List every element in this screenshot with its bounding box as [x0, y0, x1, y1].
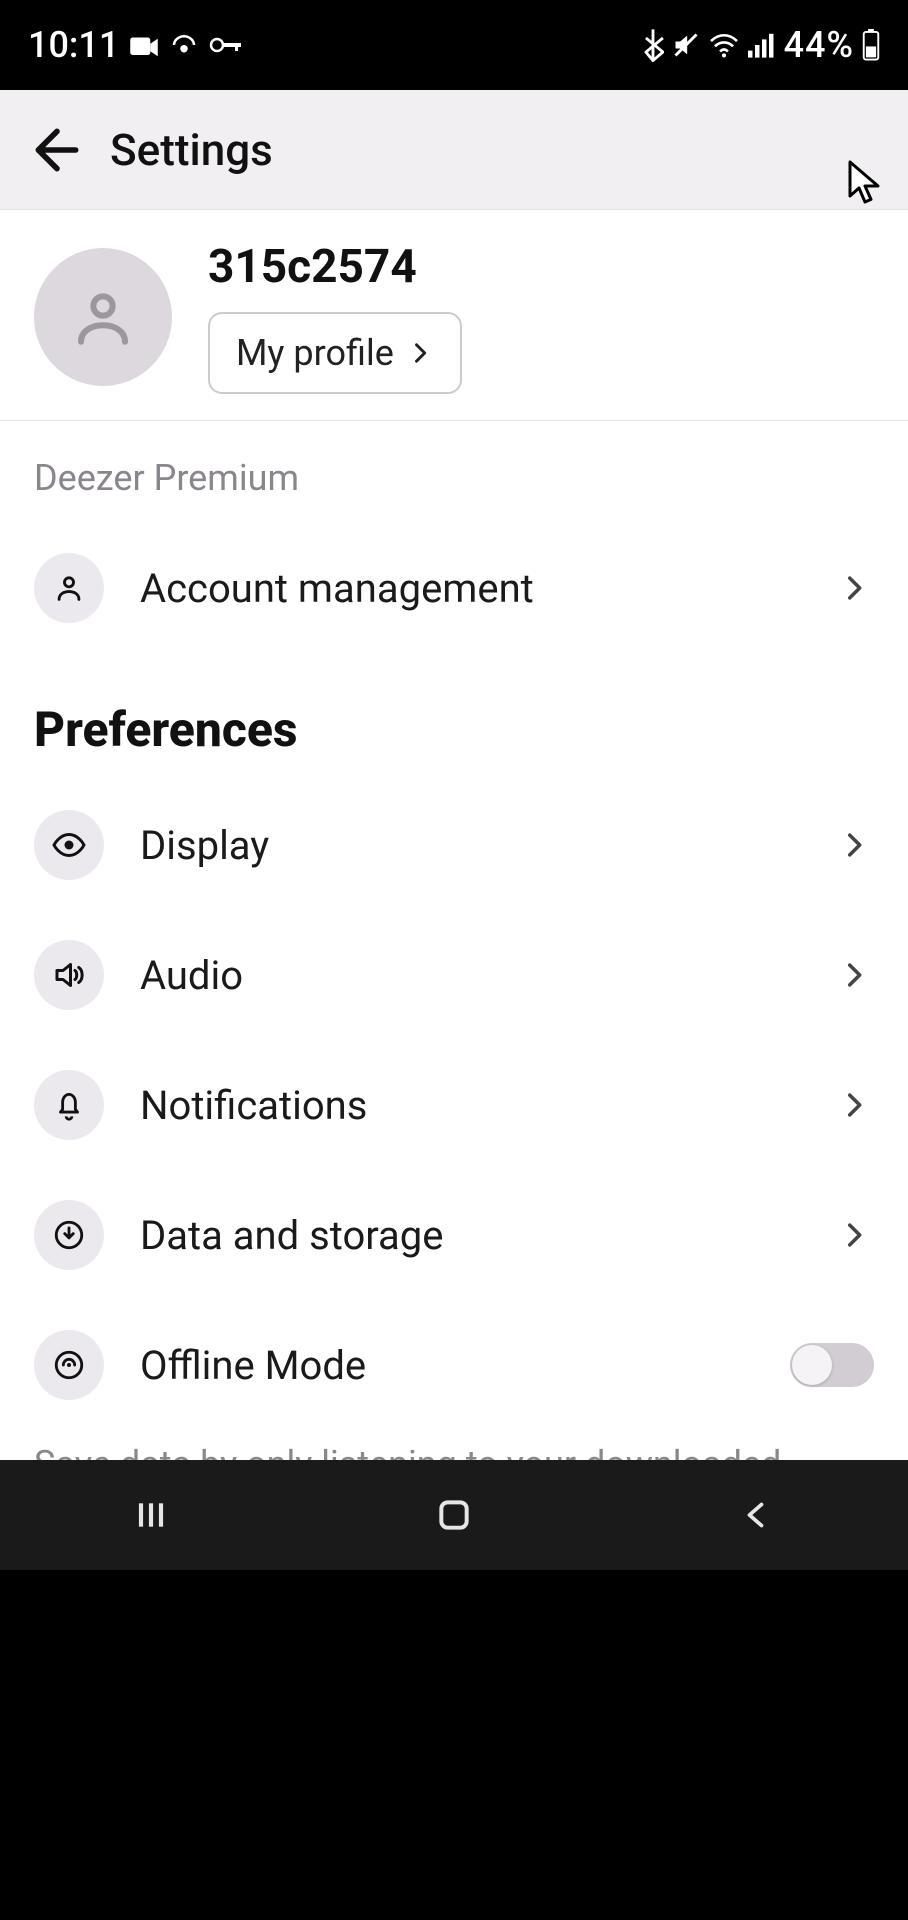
eye-icon: [34, 810, 104, 880]
profile-info: 315c2574 My profile: [208, 240, 462, 394]
wifi-icon: [708, 32, 740, 58]
back-button[interactable]: [12, 105, 102, 195]
row-account-management[interactable]: Account management: [0, 523, 908, 653]
battery-icon: [862, 29, 880, 61]
my-profile-button[interactable]: My profile: [208, 312, 462, 394]
nav-back-button[interactable]: [667, 1480, 847, 1550]
row-display[interactable]: Display: [0, 780, 908, 910]
row-label: Display: [140, 822, 834, 869]
download-circle-icon: [34, 1200, 104, 1270]
profile-block: 315c2574 My profile: [0, 210, 908, 421]
status-bar: 10:11 44%: [0, 0, 908, 90]
system-nav-bar: [0, 1460, 908, 1570]
hotspot-icon: [169, 32, 199, 58]
row-label: Account management: [140, 565, 834, 612]
bell-icon: [34, 1070, 104, 1140]
row-label: Offline Mode: [140, 1342, 790, 1389]
chevron-right-icon: [834, 825, 874, 865]
row-offline-mode: Offline Mode: [0, 1300, 908, 1430]
letterbox-bottom: [0, 1570, 908, 1920]
settings-content: 315c2574 My profile Deezer Premium Accou…: [0, 210, 908, 1460]
chevron-right-icon: [834, 955, 874, 995]
status-time: 10:11: [28, 24, 119, 66]
row-notifications[interactable]: Notifications: [0, 1040, 908, 1170]
chevron-right-icon: [834, 1085, 874, 1125]
nav-recent-button[interactable]: [61, 1480, 241, 1550]
bluetooth-icon: [642, 28, 664, 62]
app-bar: Settings: [0, 90, 908, 210]
arrow-left-icon: [29, 122, 85, 178]
status-right: 44%: [642, 24, 880, 66]
offline-mode-toggle[interactable]: [790, 1343, 874, 1387]
profile-name: 315c2574: [208, 240, 462, 294]
signal-icon: [748, 32, 776, 58]
avatar: [34, 248, 172, 386]
row-label: Audio: [140, 952, 834, 999]
row-data-storage[interactable]: Data and storage: [0, 1170, 908, 1300]
my-profile-label: My profile: [236, 332, 394, 374]
camera-icon: [129, 32, 159, 58]
status-left: 10:11: [28, 24, 243, 66]
battery-percent: 44%: [784, 24, 854, 66]
row-audio[interactable]: Audio: [0, 910, 908, 1040]
mute-icon: [672, 31, 700, 59]
offline-mode-description: Save data by only listening to your down…: [0, 1430, 908, 1460]
row-label: Notifications: [140, 1082, 834, 1129]
offline-icon: [34, 1330, 104, 1400]
chevron-right-icon: [834, 1215, 874, 1255]
chevron-right-icon: [406, 339, 434, 367]
page-title: Settings: [110, 124, 273, 176]
row-label: Data and storage: [140, 1212, 834, 1259]
nav-home-button[interactable]: [364, 1480, 544, 1550]
vpn-key-icon: [209, 35, 243, 55]
subscription-label: Deezer Premium: [0, 421, 908, 523]
speaker-icon: [34, 940, 104, 1010]
chevron-right-icon: [834, 568, 874, 608]
person-icon: [70, 284, 136, 350]
section-preferences-title: Preferences: [0, 653, 908, 780]
person-icon: [34, 553, 104, 623]
